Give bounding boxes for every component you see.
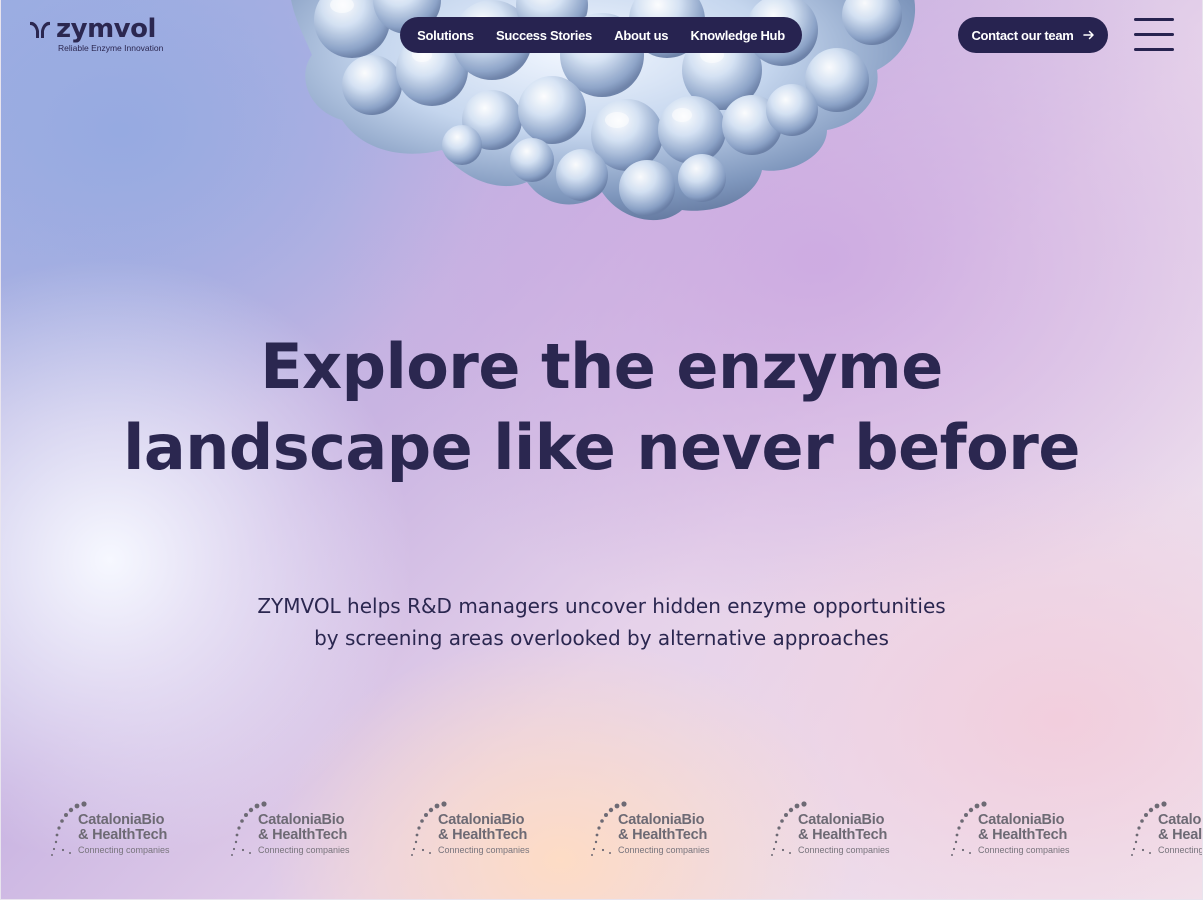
hero-title-line2: landscape like never before xyxy=(123,411,1080,484)
contact-team-button[interactable]: Contact our team xyxy=(958,17,1108,53)
nav-item-knowledge-hub[interactable]: Knowledge Hub xyxy=(691,28,786,43)
logo-tagline: Reliable Enzyme Innovation xyxy=(58,43,164,53)
partner-logo[interactable]: CataloniaBio & HealthTech Connecting com… xyxy=(588,798,728,860)
logo-wordmark: zymvol xyxy=(56,14,156,44)
partner-logo[interactable]: CataloniaBio & HealthTech Connecting com… xyxy=(768,798,908,860)
main-nav: Solutions Success Stories About us Knowl… xyxy=(400,17,802,53)
partner-slogan: Connecting companies xyxy=(978,845,1070,855)
partner-name-line2: & HealthTech xyxy=(78,827,168,843)
partner-name-line2: & HealthTech xyxy=(258,827,348,843)
hero-subtitle: ZYMVOL helps R&D managers uncover hidden… xyxy=(0,590,1203,654)
partner-name-line2: & HealthTech xyxy=(798,827,888,843)
arrow-right-icon xyxy=(1082,30,1094,40)
partner-slogan: Connecting companies xyxy=(618,845,710,855)
nav-item-solutions[interactable]: Solutions xyxy=(417,28,474,43)
partner-slogan: Connecting companies xyxy=(258,845,350,855)
partner-name-line1: CataloniaBio xyxy=(618,812,705,828)
partner-logo[interactable]: CataloniaBio & HealthTech Connecting com… xyxy=(1128,798,1203,860)
partner-name-line2: & HealthTech xyxy=(1158,827,1203,843)
partner-name-line1: CataloniaBio xyxy=(798,812,885,828)
partner-name-line1: CataloniaBio xyxy=(258,812,345,828)
partner-logo[interactable]: CataloniaBio & HealthTech Connecting com… xyxy=(948,798,1088,860)
hamburger-menu-icon[interactable] xyxy=(1134,18,1174,52)
zymvol-logo-icon xyxy=(30,21,50,38)
hero-title-line1: Explore the enzyme xyxy=(260,330,943,403)
partner-name-line1: CataloniaBio xyxy=(438,812,525,828)
partner-name-line2: & HealthTech xyxy=(978,827,1068,843)
partner-slogan: Connecting companies xyxy=(438,845,530,855)
contact-team-label: Contact our team xyxy=(971,27,1074,43)
partner-logos-strip: CataloniaBio & HealthTech Connecting com… xyxy=(0,798,1203,862)
nav-item-about-us[interactable]: About us xyxy=(614,28,668,43)
partner-name-line1: CataloniaBio xyxy=(78,812,165,828)
partner-logo[interactable]: CataloniaBio & HealthTech Connecting com… xyxy=(48,798,188,860)
partner-slogan: Connecting companies xyxy=(798,845,890,855)
partner-logo[interactable]: CataloniaBio & HealthTech Connecting com… xyxy=(408,798,548,860)
partner-slogan: Connecting companies xyxy=(1158,845,1203,855)
hero-subtitle-line2: by screening areas overlooked by alterna… xyxy=(314,626,889,650)
partner-name-line2: & HealthTech xyxy=(618,827,708,843)
partner-name-line2: & HealthTech xyxy=(438,827,528,843)
partner-name-line1: CataloniaBio xyxy=(978,812,1065,828)
nav-item-success-stories[interactable]: Success Stories xyxy=(496,28,592,43)
site-logo[interactable]: zymvol Reliable Enzyme Innovation xyxy=(28,16,163,53)
partner-logo[interactable]: CataloniaBio & HealthTech Connecting com… xyxy=(228,798,368,860)
partner-name-line1: CataloniaBio xyxy=(1158,812,1203,828)
hero-subtitle-line1: ZYMVOL helps R&D managers uncover hidden… xyxy=(257,594,946,618)
partner-slogan: Connecting companies xyxy=(78,845,170,855)
hero-title: Explore the enzyme landscape like never … xyxy=(0,326,1203,488)
